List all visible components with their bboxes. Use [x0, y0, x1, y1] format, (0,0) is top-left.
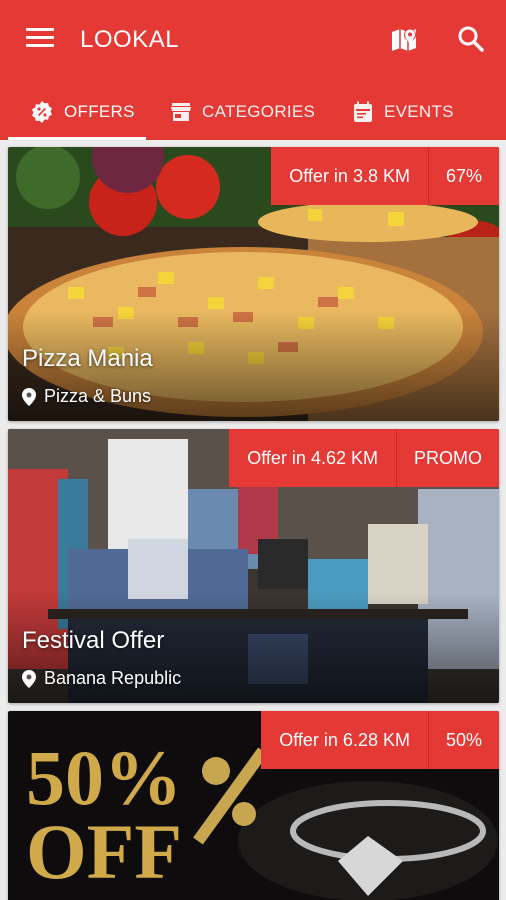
menu-icon[interactable]: [26, 28, 54, 52]
tab-events[interactable]: EVENTS: [352, 84, 454, 140]
offer-location-label: Pizza & Buns: [44, 386, 152, 406]
offer-badge: Offer in 6.28 KM 50%: [261, 711, 499, 769]
offer-card-festival-offer[interactable]: Offer in 4.62 KM PROMO Festival Offer Ba…: [8, 429, 499, 703]
tab-more[interactable]: [490, 84, 498, 140]
app-title: LOOKAL: [80, 26, 180, 53]
offer-card-pizza-mania[interactable]: Offer in 3.8 KM 67% Pizza Mania Pizza & …: [8, 147, 499, 421]
offer-location: Pizza & Buns: [22, 386, 151, 407]
tab-offers[interactable]: OFFERS: [30, 84, 135, 140]
offer-location: Banana Republic: [22, 668, 181, 689]
tab-indicator: [8, 137, 146, 140]
offer-distance: Offer in 4.62 KM: [229, 429, 396, 487]
offer-discount: 67%: [427, 147, 499, 205]
app-bar: LOOKAL OFFERS CATEGORIES EVENTS: [0, 0, 506, 140]
offer-distance: Offer in 3.8 KM: [271, 147, 428, 205]
search-icon[interactable]: [456, 24, 490, 58]
offer-title: Festival Offer: [22, 627, 165, 654]
offer-discount: PROMO: [395, 429, 499, 487]
promo-image-text: 50% OFF: [26, 734, 182, 896]
calendar-icon: [354, 101, 372, 122]
tab-events-label: EVENTS: [384, 102, 454, 121]
tab-categories[interactable]: CATEGORIES: [170, 84, 315, 140]
offer-badge: Offer in 3.8 KM 67%: [271, 147, 499, 205]
tab-bar: OFFERS CATEGORIES EVENTS: [0, 84, 506, 140]
location-pin-icon: [22, 387, 36, 406]
store-icon: [171, 103, 191, 121]
offer-distance: Offer in 6.28 KM: [261, 711, 428, 769]
offer-card-50-off[interactable]: 50% OFF Offer in 6.28 KM 50%: [8, 711, 499, 900]
location-pin-icon: [22, 669, 36, 688]
offer-badge: Offer in 4.62 KM PROMO: [229, 429, 499, 487]
badge-percent-icon: [32, 101, 52, 123]
tab-offers-label: OFFERS: [64, 102, 135, 121]
map-icon[interactable]: [389, 24, 423, 58]
offer-discount: 50%: [427, 711, 499, 769]
tab-categories-label: CATEGORIES: [202, 102, 316, 121]
offer-location-label: Banana Republic: [44, 668, 182, 688]
offer-title: Pizza Mania: [22, 345, 153, 372]
